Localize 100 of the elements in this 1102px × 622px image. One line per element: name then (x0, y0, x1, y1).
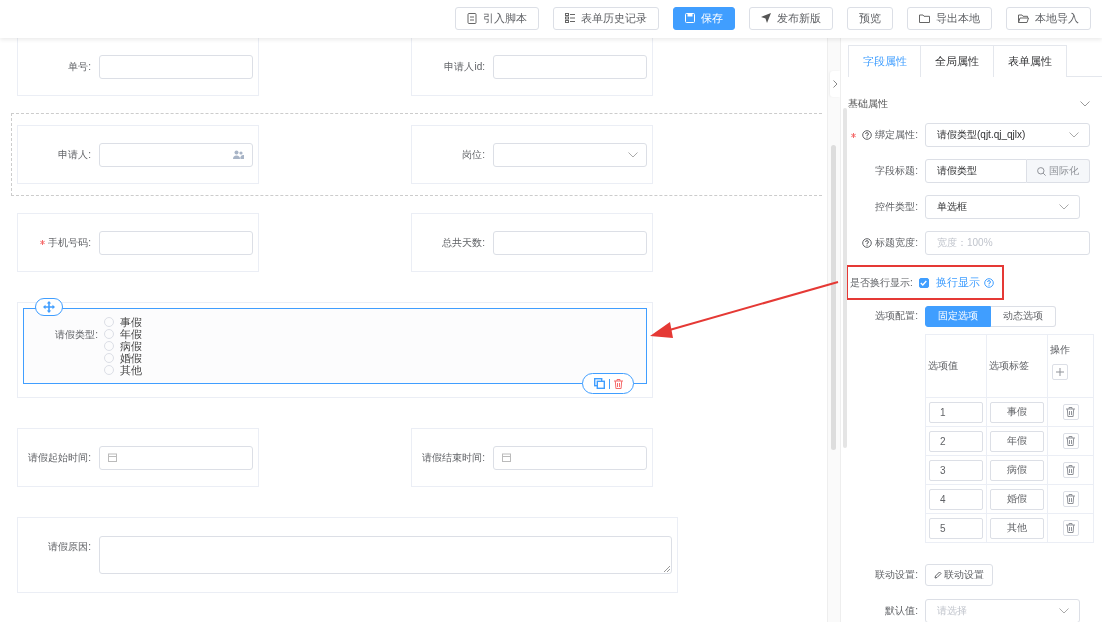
chevron-down-icon (1059, 608, 1069, 614)
tab[interactable]: 全局属性 (921, 45, 994, 77)
toolbar-button[interactable]: 表单历史记录 (553, 6, 659, 30)
property-label: 标题宽度: (875, 236, 918, 250)
option-value-input[interactable]: 4 (929, 488, 983, 510)
field-label: 请假原因: (47, 540, 91, 554)
form-field-cell[interactable]: 请假原因: (17, 517, 678, 593)
checkbox[interactable] (918, 277, 929, 288)
segment-button[interactable]: 动态选项 (991, 305, 1056, 327)
toolbar-button[interactable]: 本地导入 (1006, 6, 1091, 30)
calendar-icon (108, 453, 117, 462)
tab[interactable]: 表单属性 (994, 45, 1067, 77)
select-input[interactable]: 单选框 (925, 195, 1080, 219)
property-label: 选项配置: (875, 309, 918, 323)
property-label: 绑定属性: (875, 128, 918, 142)
delete-button[interactable] (613, 378, 623, 389)
select-input[interactable]: 请假类型(qjt.qj_qjlx) (925, 123, 1090, 147)
copy-button[interactable] (593, 378, 605, 389)
resize-handle-icon (664, 566, 670, 572)
move-icon (43, 301, 55, 313)
property-label: 是否换行显示: (850, 275, 913, 290)
folder-icon (919, 13, 930, 23)
text-input[interactable] (493, 230, 647, 255)
field-label: 请假类型: (54, 328, 98, 342)
form-field-cell[interactable]: 申请人id: (411, 38, 653, 96)
user-picker-input[interactable] (99, 142, 253, 167)
field-label: 手机号码: (18, 235, 91, 250)
trash-icon (1066, 407, 1075, 417)
property-label: 联动设置: (875, 568, 918, 582)
checkbox-label: 换行显示 (935, 275, 980, 290)
field-label: 请假起始时间: (27, 450, 91, 465)
option-label-input[interactable]: 年假 (990, 430, 1044, 452)
form-field-cell[interactable]: 请假起始时间: (17, 428, 259, 487)
plus-icon (1056, 368, 1064, 376)
check-icon (920, 279, 928, 286)
trash-icon (1066, 465, 1075, 475)
collapse-panel-button[interactable] (830, 71, 840, 97)
selected-field-outline[interactable]: 请假类型: 事假 年假 病假 婚假 其他 (23, 308, 647, 384)
document-icon (467, 12, 477, 24)
radio-label: 病假 (120, 340, 142, 352)
add-button[interactable] (1052, 364, 1068, 380)
trash-icon (1066, 494, 1075, 504)
property-label: 默认值: (885, 604, 918, 618)
save-icon (685, 13, 695, 23)
form-field-cell[interactable]: 请假类型: 事假 年假 病假 婚假 其他 (17, 302, 653, 398)
field-label: 总共天数: (441, 235, 485, 250)
calendar-icon (502, 453, 511, 462)
select-input[interactable] (493, 142, 647, 167)
field-label: 岗位: (461, 147, 485, 162)
column-header: 选项标签 (986, 334, 1048, 398)
option-label-input[interactable]: 事假 (990, 401, 1044, 423)
users-icon (233, 150, 244, 159)
property-label: 字段标题: (875, 164, 918, 178)
linkage-settings-button[interactable]: 联动设置 (925, 564, 993, 586)
option-label-input[interactable]: 病假 (990, 459, 1044, 481)
copy-icon (593, 378, 605, 389)
field-label: 申请人: (57, 147, 91, 162)
text-input[interactable]: 请假类型 (925, 159, 1027, 183)
column-header: 选项值 (925, 334, 987, 398)
option-value-input[interactable]: 1 (929, 401, 983, 423)
folder-icon (1018, 13, 1029, 23)
radio-label: 婚假 (120, 352, 142, 364)
field-label: 申请人id: (443, 59, 485, 74)
textarea-input[interactable] (99, 536, 672, 574)
toolbar-button[interactable]: 引入脚本 (455, 6, 539, 30)
drag-handle[interactable] (35, 298, 63, 316)
form-field-cell[interactable]: 单号: (17, 38, 259, 96)
date-input[interactable] (493, 445, 647, 470)
text-input[interactable] (99, 230, 253, 255)
field-label: 请假结束时间: (421, 450, 485, 465)
form-field-cell[interactable]: 申请人: (17, 125, 259, 184)
text-input[interactable] (99, 54, 253, 79)
chevron-down-icon (1059, 204, 1069, 210)
option-value-input[interactable]: 3 (929, 459, 983, 481)
option-value-input[interactable]: 5 (929, 517, 983, 539)
text-input[interactable] (493, 54, 647, 79)
chevron-down-icon (1069, 132, 1079, 138)
option-label-input[interactable]: 其他 (990, 517, 1044, 539)
trash-icon (1066, 523, 1075, 533)
help-icon (983, 277, 994, 288)
date-input[interactable] (99, 445, 253, 470)
form-field-cell[interactable]: 请假结束时间: (411, 428, 653, 487)
form-field-cell[interactable]: 岗位: (411, 125, 653, 184)
toolbar-button[interactable]: 导出本地 (907, 6, 992, 30)
send-icon (761, 13, 771, 23)
layout-container[interactable]: 申请人: 岗位: (11, 113, 822, 196)
chevron-right-icon (832, 80, 838, 88)
radio-label: 年假 (120, 328, 142, 340)
form-field-cell[interactable]: 手机号码: (17, 213, 259, 272)
scrollbar[interactable] (827, 38, 840, 622)
toolbar-button[interactable]: 预览 (847, 6, 893, 30)
section-title: 基础属性 (848, 97, 888, 111)
pencil-icon (934, 571, 942, 579)
option-label-input[interactable]: 婚假 (990, 488, 1044, 510)
radio-label: 其他 (120, 364, 142, 376)
list-icon (565, 13, 575, 23)
form-field-cell[interactable]: 总共天数: (411, 213, 653, 272)
field-label: 单号: (67, 59, 91, 74)
toolbar-button[interactable]: 发布新版 (749, 6, 833, 30)
option-value-input[interactable]: 2 (929, 430, 983, 452)
